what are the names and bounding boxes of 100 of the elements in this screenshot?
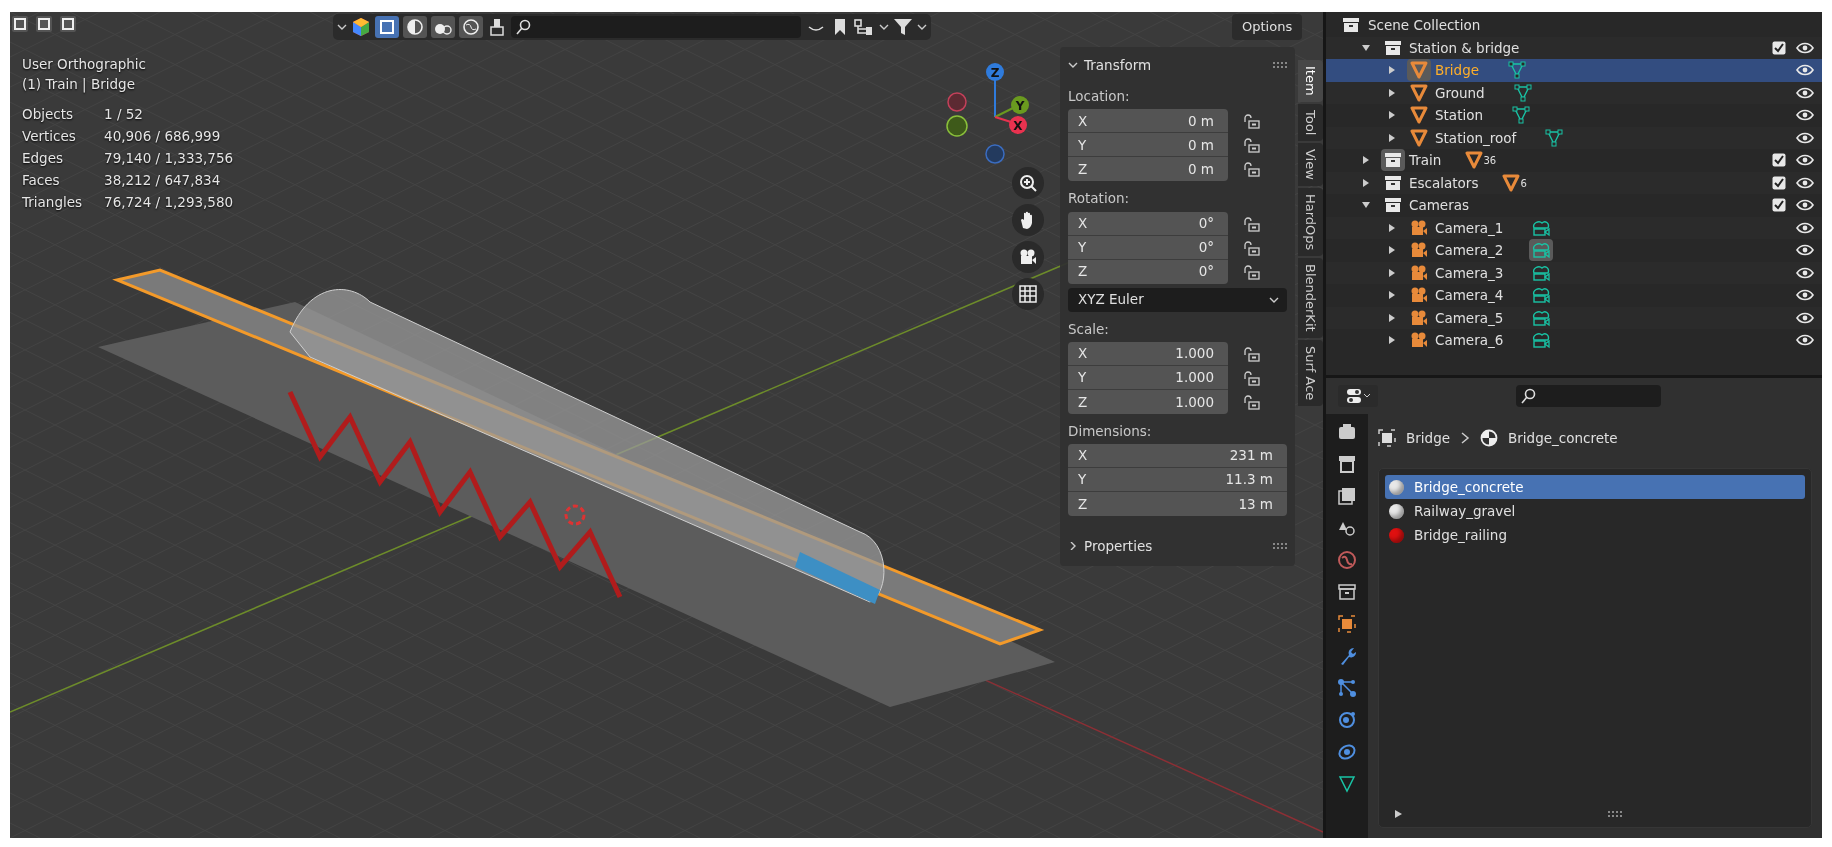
sidebar-tab[interactable]: BlenderKit <box>1298 258 1323 338</box>
axis-handle[interactable]: Z <box>986 63 1004 81</box>
outliner-row[interactable]: Camera_6 <box>1326 329 1822 352</box>
number-field[interactable]: Y 0 m <box>1068 133 1228 158</box>
eye-icon[interactable] <box>1796 289 1814 302</box>
rotation-mode-dropdown[interactable]: XYZ Euler <box>1068 287 1287 312</box>
expand-arrow[interactable] <box>1393 809 1403 819</box>
brush-icon[interactable] <box>487 17 507 37</box>
checkbox[interactable] <box>1772 153 1786 168</box>
sidebar-tab[interactable]: HardOps <box>1298 187 1323 257</box>
eye-icon[interactable] <box>1796 41 1814 54</box>
expand-arrow[interactable] <box>1361 177 1371 188</box>
expand-arrow[interactable] <box>1387 267 1397 278</box>
tool-icon[interactable] <box>1337 422 1357 442</box>
expand-arrow[interactable] <box>1387 245 1397 256</box>
expand-arrow[interactable] <box>1387 335 1397 346</box>
axis-handle[interactable] <box>947 92 967 112</box>
expand-arrow[interactable] <box>1387 65 1397 76</box>
number-field[interactable]: X 0 m <box>1068 109 1228 134</box>
hierarchy-icon[interactable] <box>853 17 875 37</box>
number-field[interactable]: Y 1.000 <box>1068 365 1228 390</box>
lock-icon[interactable] <box>1242 161 1260 178</box>
lock-icon[interactable] <box>1242 393 1260 410</box>
number-field[interactable]: Z 13 m <box>1068 492 1287 516</box>
eye-icon[interactable] <box>1796 244 1814 257</box>
expand-arrow[interactable] <box>1361 155 1371 166</box>
material-slot[interactable]: Railway_gravel <box>1385 499 1805 523</box>
particles-icon[interactable] <box>1337 742 1357 762</box>
eye-icon[interactable] <box>1796 199 1814 212</box>
image-icon[interactable] <box>1337 486 1357 506</box>
expand-arrow[interactable] <box>1361 42 1371 53</box>
axis-handle[interactable]: X <box>1009 116 1027 134</box>
lock-icon[interactable] <box>1242 369 1260 386</box>
number-field[interactable]: Z 0 m <box>1068 157 1228 182</box>
drag-handle-icon[interactable] <box>1273 543 1287 549</box>
eye-icon[interactable] <box>1796 176 1814 189</box>
select-mode-icon[interactable] <box>34 14 54 34</box>
number-field[interactable]: X 0° <box>1068 211 1228 236</box>
sidebar-tab[interactable]: Tool <box>1298 103 1323 141</box>
object-icon[interactable] <box>1337 614 1357 634</box>
axis-handle[interactable]: Y <box>1011 96 1029 114</box>
checkbox[interactable] <box>1772 198 1786 213</box>
shading-button[interactable] <box>459 16 483 38</box>
options-button[interactable]: Options <box>1232 14 1303 40</box>
sidebar-tab[interactable]: View <box>1298 142 1323 186</box>
number-field[interactable]: Z 1.000 <box>1068 389 1228 414</box>
number-field[interactable]: X 231 m <box>1068 444 1287 468</box>
expand-arrow[interactable] <box>1387 312 1397 323</box>
outliner-row[interactable]: Train 36 <box>1326 149 1822 172</box>
outliner-row[interactable]: Station <box>1326 104 1822 127</box>
material-slot[interactable]: Bridge_concrete <box>1385 475 1805 499</box>
eye-icon[interactable] <box>1796 86 1814 99</box>
material-slot[interactable]: Bridge_railing <box>1385 523 1805 547</box>
number-field[interactable]: Y 11.3 m <box>1068 468 1287 492</box>
axis-handle[interactable] <box>985 144 1005 164</box>
mesh-data-icon[interactable] <box>1337 774 1357 794</box>
eye-icon[interactable] <box>1796 221 1814 234</box>
expand-arrow[interactable] <box>1387 290 1397 301</box>
outliner-row[interactable]: Camera_2 <box>1326 239 1822 262</box>
number-field[interactable]: X 1.000 <box>1068 341 1228 366</box>
printer-icon[interactable] <box>1337 454 1357 474</box>
checkbox[interactable] <box>1772 175 1786 190</box>
expand-arrow[interactable] <box>1387 87 1397 98</box>
lock-icon[interactable] <box>1242 113 1260 130</box>
lock-icon[interactable] <box>1242 215 1260 232</box>
expand-arrow[interactable] <box>1387 110 1397 121</box>
expand-arrow[interactable] <box>1387 132 1397 143</box>
select-mode-icon[interactable] <box>58 14 78 34</box>
lock-icon[interactable] <box>1242 137 1260 154</box>
search-field[interactable] <box>511 16 801 38</box>
axis-handle[interactable] <box>946 115 968 137</box>
eye-icon[interactable] <box>1796 154 1814 167</box>
eye-icon[interactable] <box>1796 334 1814 347</box>
shading-button[interactable] <box>431 16 455 38</box>
lock-icon[interactable] <box>1242 345 1260 362</box>
constraint-icon[interactable] <box>1337 678 1357 698</box>
eye-icon[interactable] <box>1796 109 1814 122</box>
physics-icon[interactable] <box>1337 710 1357 730</box>
outliner-row[interactable]: Cameras <box>1326 194 1822 217</box>
search-field[interactable] <box>1516 385 1661 407</box>
camera-data-icon[interactable] <box>1529 239 1554 262</box>
lock-icon[interactable] <box>1242 263 1260 280</box>
filter-icon[interactable] <box>893 17 913 37</box>
world-icon[interactable] <box>1337 550 1357 570</box>
select-mode-icon[interactable] <box>10 14 30 34</box>
drag-handle-icon[interactable] <box>1608 811 1622 817</box>
sidebar-tab[interactable]: Item <box>1298 60 1323 102</box>
editor-type-button[interactable] <box>1338 385 1378 407</box>
shading-button[interactable] <box>403 16 427 38</box>
outliner-row[interactable]: Camera_4 <box>1326 284 1822 307</box>
checkbox[interactable] <box>1772 40 1786 55</box>
number-field[interactable]: Y 0° <box>1068 235 1228 260</box>
collection-icon[interactable] <box>1337 582 1357 602</box>
drag-handle-icon[interactable] <box>1273 62 1287 68</box>
expand-arrow[interactable] <box>1387 222 1397 233</box>
eye-icon[interactable] <box>1796 311 1814 324</box>
eye-icon[interactable] <box>1796 266 1814 279</box>
eye-icon[interactable] <box>1796 131 1814 144</box>
outliner-row[interactable]: Bridge <box>1326 59 1822 82</box>
number-field[interactable]: Z 0° <box>1068 259 1228 284</box>
